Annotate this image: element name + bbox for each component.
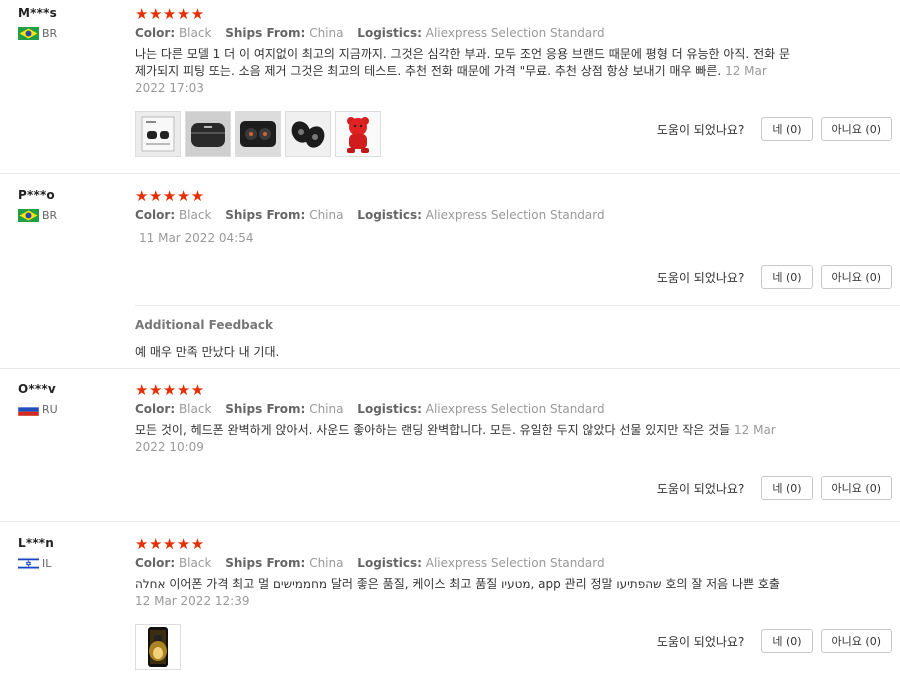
- ships-from-label: Ships From:: [225, 208, 306, 222]
- country-code: IL: [42, 557, 52, 570]
- review-photo-thumbnail[interactable]: [135, 624, 181, 670]
- color-value: Black: [178, 402, 212, 416]
- review-content: ★★★★★ Color: Black Ships From: China Log…: [135, 536, 795, 610]
- israel-flag-icon: [18, 557, 39, 570]
- helpful-yes-button[interactable]: 네 (0): [761, 265, 813, 289]
- additional-feedback-text: 예 매우 만족 만났다 내 기대.: [135, 345, 280, 359]
- review-meta: Color: Black Ships From: China Logistics…: [135, 402, 795, 416]
- star-rating: ★★★★★: [135, 5, 205, 23]
- review-photos: [135, 624, 181, 670]
- logistics-label: Logistics:: [357, 208, 422, 222]
- logistics-value: Aliexpress Selection Standard: [425, 402, 605, 416]
- review-text: 나는 다른 모델 1 더 이 여지없이 최고의 지금까지. 그것은 심각한 부과…: [135, 47, 791, 78]
- review-text: אחלה 이어폰 가격 최고 멀 מחממישים 달러 좋은 품질, 케이스 …: [135, 577, 780, 591]
- review-divider: [0, 173, 900, 174]
- review-divider: [0, 521, 900, 522]
- review-divider: [0, 368, 900, 369]
- ships-from-value: China: [309, 26, 344, 40]
- reviewer-name: M***s: [18, 6, 57, 20]
- helpful-question: 도움이 되었나요?: [656, 481, 745, 496]
- review-text-block: 11 Mar 2022 04:54: [135, 230, 797, 247]
- color-value: Black: [178, 208, 212, 222]
- review-meta: Color: Black Ships From: China Logistics…: [135, 556, 795, 570]
- ships-from-label: Ships From:: [225, 556, 306, 570]
- ships-from-value: China: [309, 402, 344, 416]
- brazil-flag-icon: [18, 27, 39, 40]
- review-date: 12 Mar 2022 12:39: [135, 594, 250, 608]
- russia-flag-icon: [18, 403, 39, 416]
- logistics-value: Aliexpress Selection Standard: [425, 208, 605, 222]
- helpful-yes-button[interactable]: 네 (0): [761, 629, 813, 653]
- star-rating: ★★★★★: [135, 381, 205, 399]
- review-text-block: 모든 것이, 헤드폰 완벽하게 앉아서. 사운드 좋아하는 랜딩 완벽합니다. …: [135, 422, 797, 456]
- helpful-vote: 도움이 되었나요? 네 (0) 아니요 (0): [657, 629, 892, 653]
- review-photo-thumbnail[interactable]: [335, 111, 381, 157]
- helpful-no-button[interactable]: 아니요 (0): [820, 265, 892, 289]
- review-photo-thumbnail[interactable]: [135, 111, 181, 157]
- review-photo-thumbnail[interactable]: [285, 111, 331, 157]
- reviewer-country: RU: [18, 403, 58, 416]
- reviewer-country: IL: [18, 557, 54, 570]
- ships-from-label: Ships From:: [225, 26, 306, 40]
- brazil-flag-icon: [18, 209, 39, 222]
- logistics-label: Logistics:: [357, 402, 422, 416]
- color-label: Color:: [135, 208, 176, 222]
- reviewer-info: O***v RU: [18, 382, 58, 416]
- reviewer-name: P***o: [18, 188, 55, 202]
- color-label: Color:: [135, 556, 176, 570]
- helpful-vote: 도움이 되었나요? 네 (0) 아니요 (0): [657, 117, 892, 141]
- logistics-label: Logistics:: [357, 26, 422, 40]
- reviewer-country: BR: [18, 209, 57, 222]
- helpful-no-button[interactable]: 아니요 (0): [820, 629, 892, 653]
- reviewer-name: L***n: [18, 536, 55, 550]
- helpful-yes-button[interactable]: 네 (0): [761, 117, 813, 141]
- additional-feedback-divider: [135, 305, 900, 306]
- review-meta: Color: Black Ships From: China Logistics…: [135, 26, 795, 40]
- review-photo-thumbnail[interactable]: [235, 111, 281, 157]
- color-value: Black: [178, 556, 212, 570]
- helpful-vote: 도움이 되었나요? 네 (0) 아니요 (0): [657, 476, 892, 500]
- logistics-label: Logistics:: [357, 556, 422, 570]
- country-code: BR: [42, 27, 58, 40]
- review-content: ★★★★★ Color: Black Ships From: China Log…: [135, 188, 795, 247]
- review-date: 11 Mar 2022 04:54: [139, 231, 254, 245]
- color-label: Color:: [135, 402, 176, 416]
- reviewer-name: O***v: [18, 382, 56, 396]
- helpful-vote: 도움이 되었나요? 네 (0) 아니요 (0): [657, 265, 892, 289]
- ships-from-value: China: [309, 556, 344, 570]
- review-content: ★★★★★ Color: Black Ships From: China Log…: [135, 6, 795, 97]
- star-rating: ★★★★★: [135, 187, 205, 205]
- review-photo-thumbnail[interactable]: [185, 111, 231, 157]
- review-text-block: אחלה 이어폰 가격 최고 멀 מחממישים 달러 좋은 품질, 케이스 …: [135, 576, 797, 610]
- review-text: 모든 것이, 헤드폰 완벽하게 앉아서. 사운드 좋아하는 랜딩 완벽합니다. …: [135, 423, 731, 437]
- logistics-value: Aliexpress Selection Standard: [425, 556, 605, 570]
- helpful-question: 도움이 되었나요?: [656, 270, 745, 285]
- color-label: Color:: [135, 26, 176, 40]
- review-photos: [135, 111, 381, 157]
- country-code: RU: [42, 403, 58, 416]
- color-value: Black: [178, 26, 212, 40]
- country-code: BR: [42, 209, 58, 222]
- additional-feedback-title: Additional Feedback: [135, 318, 273, 332]
- helpful-no-button[interactable]: 아니요 (0): [820, 476, 892, 500]
- reviewer-info: L***n IL: [18, 536, 54, 570]
- reviewer-info: P***o BR: [18, 188, 57, 222]
- reviewer-info: M***s BR: [18, 6, 57, 40]
- ships-from-label: Ships From:: [225, 402, 306, 416]
- helpful-yes-button[interactable]: 네 (0): [761, 476, 813, 500]
- ships-from-value: China: [309, 208, 344, 222]
- reviewer-country: BR: [18, 27, 57, 40]
- star-rating: ★★★★★: [135, 535, 205, 553]
- review-content: ★★★★★ Color: Black Ships From: China Log…: [135, 382, 795, 456]
- logistics-value: Aliexpress Selection Standard: [425, 26, 605, 40]
- helpful-no-button[interactable]: 아니요 (0): [820, 117, 892, 141]
- review-text-block: 나는 다른 모델 1 더 이 여지없이 최고의 지금까지. 그것은 심각한 부과…: [135, 46, 797, 97]
- review-meta: Color: Black Ships From: China Logistics…: [135, 208, 795, 222]
- helpful-question: 도움이 되었나요?: [656, 122, 745, 137]
- helpful-question: 도움이 되었나요?: [656, 634, 745, 649]
